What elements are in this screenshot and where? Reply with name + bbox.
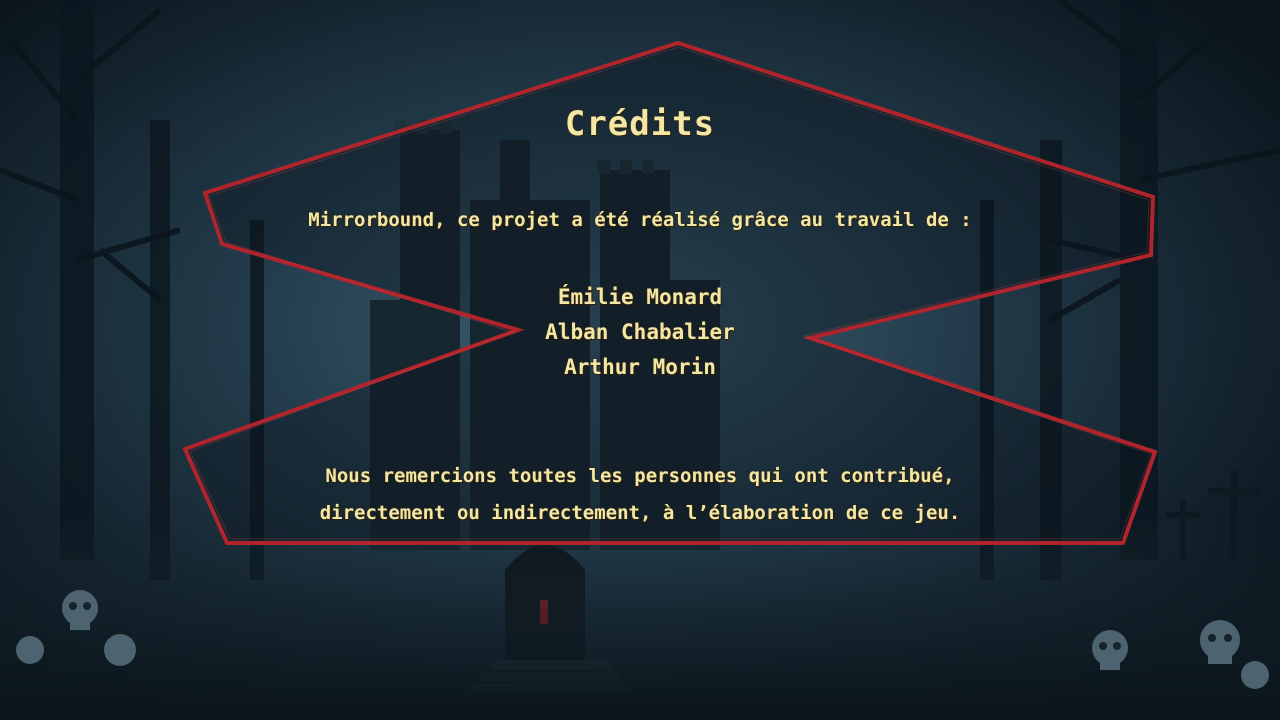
credit-name: Arthur Morin [564,355,716,379]
credits-names-list: Émilie Monard Alban Chabalier Arthur Mor… [0,280,1280,385]
credits-title: Crédits [564,104,716,144]
credits-thanks: Nous remercions toutes les personnes qui… [0,458,1280,532]
credit-name: Émilie Monard [557,285,723,309]
thanks-line: directement ou indirectement, à l’élabor… [319,502,961,524]
credits-intro: Mirrorbound, ce projet a été réalisé grâ… [308,209,972,231]
credit-name: Alban Chabalier [545,320,735,344]
thanks-line: Nous remercions toutes les personnes qui… [325,465,955,487]
